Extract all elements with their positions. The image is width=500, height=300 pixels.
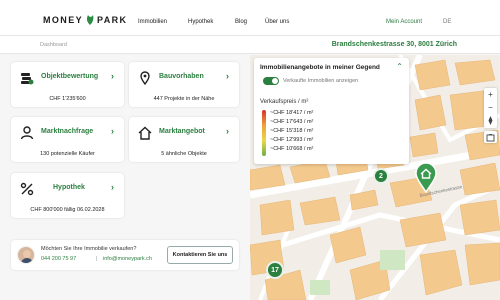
contact-separator: | — [96, 256, 98, 262]
legend-item: ~CHF 15'318 / m² — [270, 128, 314, 134]
leaf-icon — [86, 15, 94, 25]
legend-item: ~CHF 12'993 / m² — [270, 137, 314, 143]
nav-link-blog[interactable]: Blog — [235, 19, 247, 25]
map-layers-button[interactable] — [484, 131, 497, 143]
price-gradient-bar — [262, 110, 266, 156]
location-pin-icon — [140, 71, 150, 85]
card-value: 5 ähnliche Objekte — [161, 151, 207, 157]
advisor-avatar — [17, 246, 35, 264]
money-stack-icon — [21, 73, 34, 85]
chevron-right-icon: › — [226, 126, 229, 136]
chevron-right-icon: › — [111, 126, 114, 136]
card-value: 130 potenzielle Käufer — [40, 151, 95, 157]
card-marktangebot[interactable]: Marktangebot › 5 ähnliche Objekte — [129, 117, 239, 162]
map-cluster-marker[interactable]: 17 — [266, 261, 284, 279]
moneypark-logo[interactable]: MONEY PARK — [43, 14, 127, 25]
layers-icon — [486, 134, 495, 142]
zoom-out-button[interactable]: − — [484, 101, 497, 114]
card-value: CHF 1'235'600 — [49, 96, 86, 102]
logo-text-right: PARK — [97, 14, 128, 25]
toggle-label: Verkaufte Immobilien anzeigen — [283, 78, 359, 84]
map-cluster-marker[interactable]: 2 — [373, 168, 389, 184]
house-icon — [138, 126, 152, 140]
nav-link-ueber-uns[interactable]: Über uns — [265, 19, 289, 25]
percent-icon — [20, 182, 34, 196]
card-title: Marktnachfrage — [41, 128, 94, 135]
cluster-count: 2 — [379, 172, 383, 180]
card-marktnachfrage[interactable]: Marktnachfrage › 130 potenzielle Käufer — [11, 117, 124, 162]
card-value: CHF 800'000 fällig 06.02.2028 — [30, 207, 105, 213]
card-hypothek[interactable]: Hypothek › CHF 800'000 fällig 06.02.2028 — [11, 173, 124, 218]
logo-text-left: MONEY — [43, 14, 84, 25]
chevron-right-icon: › — [111, 182, 114, 192]
price-legend-title: Verkaufspreis / m² — [260, 99, 309, 105]
zoom-controls: + − — [484, 88, 497, 128]
contact-box: Möchten Sie Ihre Immobilie verkaufen? 04… — [11, 240, 239, 270]
legend-item: ~CHF 10'668 / m² — [270, 146, 314, 152]
nav-link-hypothek[interactable]: Hypothek — [188, 19, 213, 25]
contact-us-button[interactable]: Kontaktieren Sie uns — [167, 246, 233, 264]
breadcrumb[interactable]: Dashboard — [40, 42, 67, 48]
panel-title: Immobilienangebote in meiner Gegend — [260, 64, 380, 71]
compass-icon[interactable] — [484, 114, 497, 127]
sold-properties-toggle[interactable] — [263, 77, 279, 85]
card-title: Bauvorhaben — [159, 73, 204, 80]
chevron-right-icon: › — [226, 71, 229, 81]
zoom-in-button[interactable]: + — [484, 88, 497, 101]
legend-item: ~CHF 17'643 / m² — [270, 119, 314, 125]
contact-email[interactable]: info@moneypark.ch — [103, 256, 152, 262]
card-value: 447 Projekte in der Nähe — [153, 96, 215, 102]
property-address: Brandschenkestrasse 30, 8001 Zürich — [331, 41, 457, 48]
card-title: Hypothek — [53, 184, 85, 191]
offers-filter-panel: Immobilienangebote in meiner Gegend ⌃ Ve… — [254, 58, 409, 164]
cluster-count: 17 — [271, 266, 279, 274]
top-navigation: MONEY PARK Immobilien Hypothek Blog Über… — [0, 0, 500, 36]
contact-phone[interactable]: 044 200 75 97 — [41, 256, 76, 262]
property-pin-icon[interactable] — [415, 163, 437, 193]
chevron-right-icon: › — [111, 71, 114, 81]
card-title: Marktangebot — [159, 128, 205, 135]
sub-header: Dashboard Brandschenkestrasse 30, 8001 Z… — [0, 36, 500, 54]
person-icon — [20, 126, 34, 140]
chevron-up-icon[interactable]: ⌃ — [396, 62, 403, 71]
language-selector[interactable]: DE — [443, 19, 451, 25]
nav-link-immobilien[interactable]: Immobilien — [138, 19, 167, 25]
legend-item: ~CHF 18'417 / m² — [270, 110, 314, 116]
card-title: Objektbewertung — [41, 73, 99, 80]
card-objektbewertung[interactable]: Objektbewertung › CHF 1'235'600 — [11, 62, 124, 107]
my-account-link[interactable]: Mein Account — [386, 19, 422, 25]
contact-question: Möchten Sie Ihre Immobilie verkaufen? — [41, 246, 137, 252]
card-bauvorhaben[interactable]: Bauvorhaben › 447 Projekte in der Nähe — [129, 62, 239, 107]
